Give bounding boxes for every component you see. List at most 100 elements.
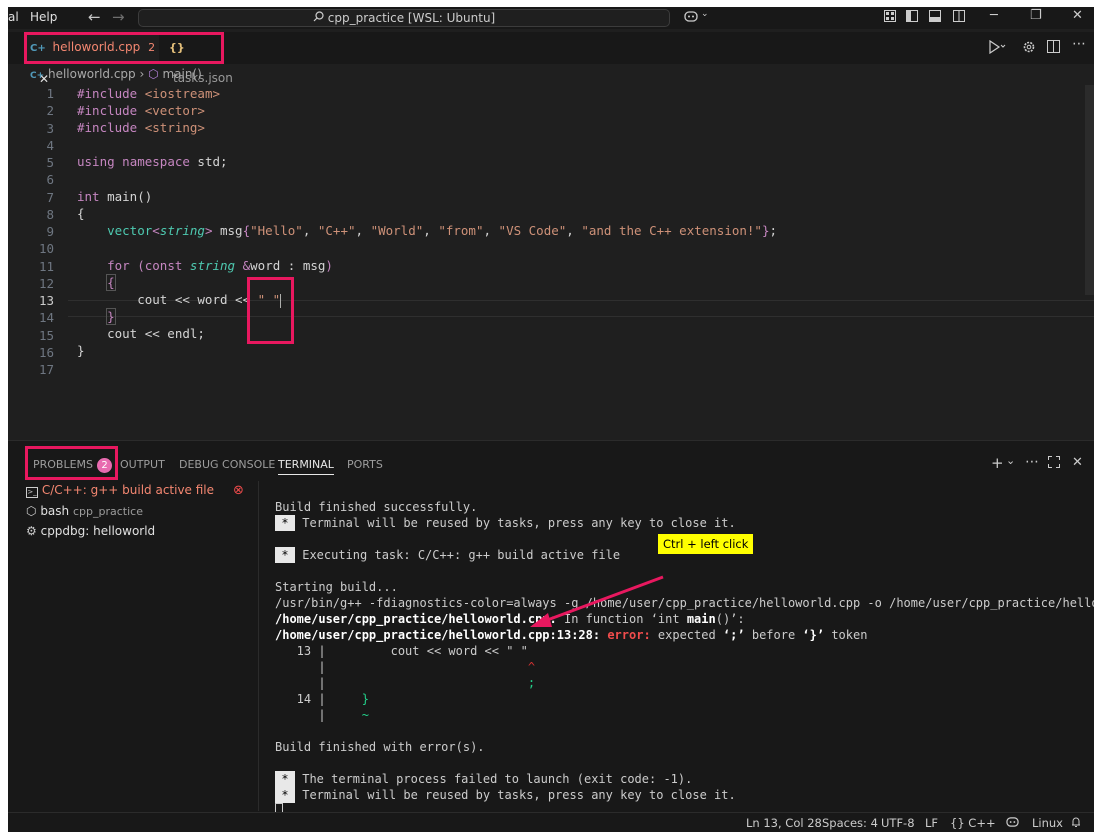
terminal-line: Starting build... (275, 580, 398, 594)
forward-arrow-icon[interactable]: → (112, 8, 125, 26)
braces-icon: {} (950, 816, 965, 830)
terminal-item-cppdbg[interactable]: ⚙ cppdbg: helloworld (26, 524, 155, 538)
panel-divider (258, 481, 259, 811)
terminal-line: Build finished with error(s). (275, 740, 485, 754)
back-arrow-icon[interactable]: ← (88, 8, 101, 26)
maximize-panel-icon[interactable] (1048, 456, 1060, 471)
line-number: 16 (38, 344, 54, 360)
cursor-position[interactable]: Ln 13, Col 28 (746, 816, 822, 830)
copilot-status-icon[interactable] (1006, 816, 1019, 831)
remote-os[interactable]: Linux (1032, 816, 1063, 830)
line-number: 6 (46, 172, 54, 188)
terminal-line: * The terminal process failed to launch … (275, 771, 692, 787)
terminal-line: * Executing task: C/C++: g++ build activ… (275, 547, 620, 563)
chevron-right-icon: › (139, 67, 145, 81)
search-text: cpp_practice [WSL: Ubuntu] (327, 11, 496, 25)
terminal-item-bash[interactable]: ⬡ bash cpp_practice (26, 504, 143, 518)
copilot-icon[interactable] (684, 10, 698, 22)
error-circle-icon[interactable]: ⊗ (233, 483, 244, 498)
line-number: 1 (46, 86, 54, 101)
line-number: 14 (38, 310, 54, 326)
code-line-11: for (const string &word : msg) (107, 258, 333, 273)
menu-help[interactable]: Help (30, 10, 57, 24)
search-icon (313, 10, 324, 26)
code-line-16: } (77, 343, 85, 358)
line-number: 4 (46, 137, 54, 153)
code-line-1: #include <iostream> (77, 86, 221, 101)
code-line-7: int main() (77, 189, 153, 204)
terminal-line: Build finished successfully. (275, 500, 478, 514)
command-center-search[interactable]: cpp_practice [WSL: Ubuntu] (138, 9, 670, 27)
line-number: 10 (38, 241, 54, 257)
more-actions-icon[interactable]: ⋯ (1072, 36, 1086, 52)
line-number: 17 (38, 362, 54, 377)
terminal-line: * Terminal will be reused by tasks, pres… (275, 787, 736, 803)
editor-scrollbar[interactable] (1085, 85, 1094, 295)
split-editor-icon[interactable] (1047, 40, 1060, 57)
notifications-bell-icon[interactable] (1070, 816, 1082, 831)
terminal-icon: >_ (26, 487, 38, 498)
terminal-line: * Terminal will be reused by tasks, pres… (275, 515, 736, 531)
problems-highlight-box (25, 446, 118, 480)
line-number: 12 (38, 275, 54, 291)
vscode-window: al Help ← → cpp_practice [WSL: Ubuntu] ⌄… (8, 7, 1094, 832)
terminal-line: | ~ (275, 708, 369, 722)
tab-ports[interactable]: PORTS (347, 458, 383, 471)
breadcrumb-symbol[interactable]: main() (162, 67, 201, 81)
annotation-arrow (530, 575, 664, 627)
close-window-button[interactable]: ✕ (1072, 8, 1083, 23)
more-actions-icon[interactable]: ⋯ (1025, 454, 1039, 470)
line-number: 9 (46, 224, 54, 239)
chevron-down-icon[interactable]: ⌄ (701, 9, 713, 21)
customize-layout-icon[interactable] (884, 10, 896, 22)
indentation[interactable]: Spaces: 4 (822, 816, 878, 830)
tab-output[interactable]: OUTPUT (120, 458, 165, 471)
code-line-5: using namespace std; (77, 154, 228, 169)
code-line-2: #include <vector> (77, 103, 205, 118)
toggle-panel-icon[interactable] (929, 10, 941, 22)
settings-gear-icon[interactable] (1022, 40, 1036, 58)
code-line-3: #include <string> (77, 120, 205, 135)
missing-semicolon-highlight-box (247, 277, 294, 344)
close-panel-icon[interactable]: ✕ (1072, 455, 1083, 470)
cpp-file-icon: C+ (30, 71, 45, 81)
terminal-line: 14 | } (275, 692, 369, 706)
terminal-item-build[interactable]: >_ C/C++: g++ build active file ⊗ (26, 483, 244, 498)
code-line-15: cout << endl; (77, 326, 205, 341)
line-number: 7 (46, 189, 54, 205)
title-bar: al Help ← → cpp_practice [WSL: Ubuntu] ⌄… (8, 7, 1094, 29)
gear-icon: ⚙ (26, 524, 37, 538)
menu-terminal-partial[interactable]: al (8, 10, 19, 24)
code-line-9: vector<string> msg{"Hello", "C++", "Worl… (107, 223, 778, 238)
cube-symbol-icon: ⬡ (148, 67, 159, 81)
toggle-primary-sidebar-icon[interactable] (906, 10, 918, 22)
line-number: 2 (46, 103, 54, 119)
terminal-line: 13 | cout << word << " " (275, 644, 528, 658)
run-debug-icon[interactable] (988, 39, 1006, 58)
breadcrumb: C+ helloworld.cpp › ⬡ main() (30, 67, 202, 81)
code-line-14: } (106, 308, 116, 325)
tab-debug-console[interactable]: DEBUG CONSOLE (179, 458, 275, 471)
encoding[interactable]: UTF-8 (881, 816, 915, 830)
terminal-line: | ; (275, 676, 536, 690)
maximize-button[interactable]: ❐ (1030, 8, 1042, 23)
code-editor[interactable]: 1 2 3 4 5 6 7 8 9 10 11 12 13 14 15 16 17 #include <iost… (8, 85, 1094, 440)
chevron-down-icon[interactable]: ⌄ (1006, 454, 1015, 467)
cube-icon: ⬡ (26, 504, 37, 518)
line-number: 13 (38, 293, 54, 308)
end-of-line[interactable]: LF (925, 816, 938, 830)
language-mode[interactable]: {} C++ (950, 816, 996, 830)
line-number: 15 (38, 327, 54, 343)
line-number: 3 (46, 120, 54, 136)
editor-tab-bar: C+ helloworld.cpp 2 ✕ {} tasks.json ⋯ (8, 32, 1094, 86)
line-number: 5 (46, 155, 54, 170)
terminal-line: /usr/bin/g++ -fdiagnostics-color=always … (275, 596, 1094, 610)
line-number: 11 (38, 258, 54, 274)
annotation-callout: Ctrl + left click (658, 534, 754, 554)
toggle-secondary-sidebar-icon[interactable] (953, 10, 965, 22)
tab-terminal[interactable]: TERMINAL (278, 458, 334, 475)
minimize-button[interactable]: ─ (990, 8, 998, 23)
terminal-line: /home/user/cpp_practice/helloworld.cpp: … (275, 612, 745, 626)
new-terminal-plus-icon[interactable]: + (991, 454, 1004, 472)
breadcrumb-file[interactable]: helloworld.cpp (48, 67, 136, 81)
